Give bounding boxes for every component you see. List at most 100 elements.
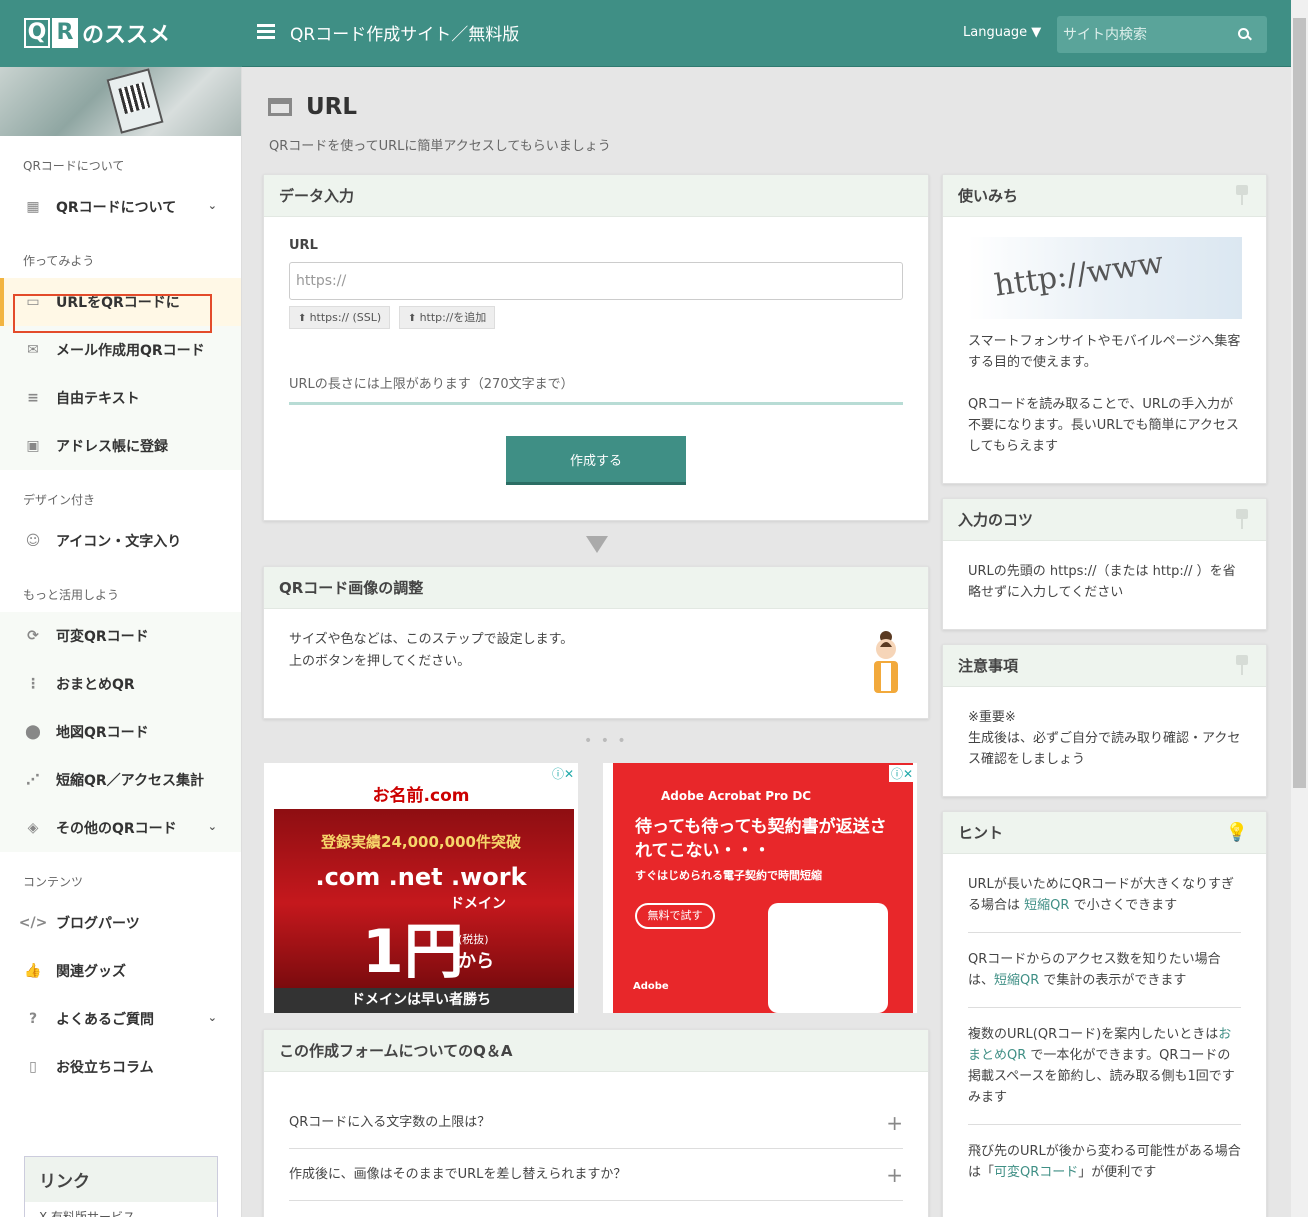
sidebar-item-label: 自由テキスト <box>56 391 140 407</box>
plus-icon[interactable]: + <box>886 1097 903 1149</box>
sidebar-item-faq[interactable]: ? よくあるご質問 ⌄ <box>0 995 241 1043</box>
site-title[interactable]: QRコード作成サイト／無料版 <box>290 20 519 45</box>
ad-close-icon[interactable]: ⓘ✕ <box>888 765 915 782</box>
qa-item[interactable]: 作成後に、画像はそのままでURLを差し替えられますか？ + <box>289 1149 903 1201</box>
search-input[interactable] <box>1057 16 1227 53</box>
adjust-text: サイズや色などは、このステップで設定します。 上のボタンを押してください。 <box>289 629 573 673</box>
usage-body: スマートフォンサイトやモバイルページへ集客する目的で使えます。 QRコードを読み… <box>943 321 1266 467</box>
sidebar-item-about[interactable]: ▦ QRコードについて ⌄ <box>0 183 241 231</box>
phone-image <box>106 68 164 134</box>
sidebar-item-label: アドレス帳に登録 <box>56 439 168 455</box>
qa-item[interactable]: QRコードに入る文字数の上限は？ + <box>289 1097 903 1149</box>
language-selector[interactable]: Language ▼ <box>963 25 1041 40</box>
tips-card: 入力のコツ URLの先頭の https://（または http:// ）を省略せ… <box>942 498 1267 630</box>
ad-adobe-try-button[interactable]: 無料で試す <box>635 903 715 929</box>
sidebar-item-label: メール作成用QRコード <box>56 343 205 359</box>
links-box: リンク X 有料版サービス <box>24 1156 218 1217</box>
hamburger-menu-icon[interactable] <box>257 24 275 40</box>
scrollbar-thumb[interactable] <box>1293 18 1306 788</box>
url-length-bar <box>289 402 903 405</box>
create-button[interactable]: 作成する <box>506 436 686 485</box>
ad-onamae-logo: お名前.com <box>372 786 470 806</box>
sidebar-item-label: QRコードについて <box>56 200 177 216</box>
sidebar-item-mail[interactable]: ✉ メール作成用QRコード <box>0 326 241 374</box>
chart-icon: ⋰ <box>26 772 40 788</box>
chevron-down-icon[interactable]: ⌄ <box>208 1011 217 1024</box>
code-icon: </> <box>18 915 48 931</box>
pin-icon <box>1236 655 1248 675</box>
ad-adobe-headline: 待っても待っても契約書が返送されてこない・・・ <box>635 817 887 861</box>
hint-link[interactable]: 短縮QR <box>994 973 1039 988</box>
sidebar-item-label: おまとめQR <box>56 677 135 693</box>
chevron-down-icon[interactable]: ⌄ <box>208 820 217 833</box>
step-arrow-icon <box>586 536 608 553</box>
add-https-button[interactable]: https:// (SSL) <box>289 306 391 329</box>
site-logo[interactable]: Q R のススメ <box>24 17 170 49</box>
sidebar-item-variable[interactable]: ⟳ 可変QRコード <box>0 612 241 660</box>
ad-adobe-phone <box>768 903 888 1013</box>
ad-close-icon[interactable]: ⓘ✕ <box>549 765 576 782</box>
sidebar-item-label: 地図QRコード <box>56 725 149 741</box>
hint-link[interactable]: 可変QRコード <box>994 1165 1078 1180</box>
page-heading: URL <box>268 94 357 120</box>
sidebar-item-label: ブログパーツ <box>56 916 140 932</box>
search-icon[interactable] <box>1238 28 1249 39</box>
sidebar-item-short[interactable]: ⋰ 短縮QR／アクセス集計 <box>0 756 241 804</box>
hint-link[interactable]: 短縮QR <box>1024 898 1069 913</box>
adjust-line-1: サイズや色などは、このステップで設定します。 <box>289 632 574 647</box>
usage-image: http://www <box>968 237 1242 319</box>
sidebar-item-column[interactable]: ▯ お役立ちコラム <box>0 1043 241 1091</box>
sidebar-item-blog[interactable]: </> ブログパーツ <box>0 899 241 947</box>
contact-card-icon: ▣ <box>26 438 40 454</box>
sidebar-item-label: 可変QRコード <box>56 629 149 645</box>
url-input[interactable] <box>289 262 903 300</box>
card-header: ヒント 💡 <box>943 812 1266 854</box>
sidebar-item-icon[interactable]: ☺ アイコン・文字入り <box>0 517 241 565</box>
sidebar-hero-image <box>0 67 241 136</box>
sidebar-item-address[interactable]: ▣ アドレス帳に登録 <box>0 422 241 470</box>
links-item[interactable]: X 有料版サービス <box>25 1202 217 1217</box>
sidebar-item-summary[interactable]: ⋮ おまとめQR <box>0 660 241 708</box>
lightbulb-icon: 💡 <box>1225 822 1248 843</box>
mail-icon: ✉ <box>27 342 39 358</box>
sidebar-item-other[interactable]: ◈ その他のQRコード ⌄ <box>0 804 241 852</box>
ad-adobe[interactable]: Adobe Acrobat Pro DC 待っても待っても契約書が返送されてこな… <box>603 763 917 1013</box>
links-title: リンク <box>39 1172 90 1192</box>
sidebar-item-label: 関連グッズ <box>56 964 126 980</box>
guide-person-icon <box>874 631 898 693</box>
plus-icon[interactable]: + <box>886 1149 903 1201</box>
pin-icon <box>1236 185 1248 205</box>
hint-text: で小さくできます <box>1073 898 1178 913</box>
ad-adobe-logo: Adobe <box>633 981 669 992</box>
card-title: 注意事項 <box>958 657 1019 675</box>
notes-card: 注意事項 ※重要※ 生成後は、必ずご自分で読み取り確認・アクセス確認をしましょう <box>942 644 1267 797</box>
ad-onamae[interactable]: お名前.com 登録実績24,000,000件突破 .com .net .wor… <box>264 763 578 1013</box>
url-label: URL <box>289 238 318 253</box>
card-header: この作成フォームについてのQ＆A <box>264 1030 928 1072</box>
url-limit-note: URLの長さには上限があります（270文字まで） <box>289 377 574 392</box>
logo-text: のススメ <box>82 23 171 48</box>
sidebar-item-label: お役立ちコラム <box>56 1060 154 1076</box>
data-input-card: データ入力 URL https:// (SSL) http://を追加 URLの… <box>263 174 929 521</box>
hint-item: QRコードからのアクセス数を知りたい場合は、短縮QR で集計の表示ができます <box>968 933 1241 1008</box>
ad-onamae-bottom: ドメインは早い者勝ち <box>351 992 491 1008</box>
sidebar-item-goods[interactable]: 👍 関連グッズ <box>0 947 241 995</box>
sidebar-group-design: デザイン付き <box>23 493 96 507</box>
adjust-card: QRコード画像の調整 サイズや色などは、このステップで設定します。 上のボタンを… <box>263 566 929 719</box>
sidebar-item-map[interactable]: ⬤ 地図QRコード <box>0 708 241 756</box>
qr-pattern <box>118 82 151 115</box>
search-box <box>1057 16 1267 53</box>
chevron-down-icon[interactable]: ⌄ <box>208 199 217 212</box>
add-http-button[interactable]: http://を追加 <box>399 306 496 329</box>
sidebar-item-text[interactable]: ≡ 自由テキスト <box>0 374 241 422</box>
refresh-icon: ⟳ <box>27 628 39 644</box>
tips-body: URLの先頭の https://（または http:// ）を省略せずに入力して… <box>968 564 1236 600</box>
card-title: ヒント <box>958 824 1004 842</box>
card-header: 使いみち <box>943 175 1266 217</box>
smiley-icon: ☺ <box>25 533 41 549</box>
scrollbar[interactable] <box>1291 0 1308 1217</box>
card-header: データ入力 <box>264 175 928 217</box>
logo-area: Q R のススメ <box>0 0 242 67</box>
sidebar-group-about: QRコードについて <box>23 159 125 173</box>
sidebar: QRコードについて ▦ QRコードについて ⌄ 作ってみよう ▭ URLをQRコ… <box>0 67 242 1217</box>
